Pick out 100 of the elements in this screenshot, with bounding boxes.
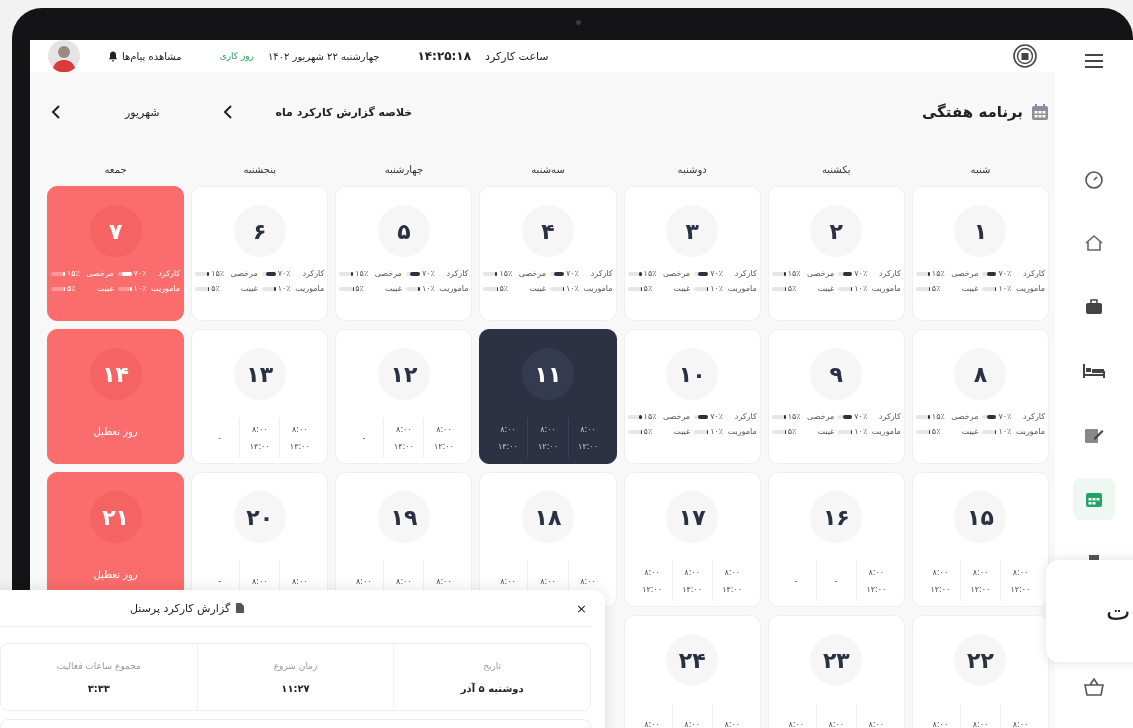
stat-value: ۱۵٪ xyxy=(787,412,801,421)
stat-value: ۷۰٪ xyxy=(854,412,868,421)
time-text: ۱۴:۰۰ xyxy=(249,442,270,451)
field-label: مجموع ساعات فعالیت xyxy=(56,660,141,671)
time-text: ۸:۰۰ xyxy=(972,719,989,728)
time-text: ۱۲:۰۰ xyxy=(1010,585,1031,594)
stat-label: غیبت xyxy=(672,284,691,293)
time-text: ۸:۰۰ xyxy=(251,425,268,434)
stat-label: کارکرد xyxy=(1022,412,1045,421)
stat-value: ۱۰٪ xyxy=(277,284,291,293)
day-number: ۱۴ xyxy=(89,348,142,400)
stat-label: غیبت xyxy=(528,284,546,293)
stat-value: ۱۰٪ xyxy=(854,284,868,293)
stat-label: مرخصی xyxy=(950,269,979,278)
weekday-label: سه‌شنبه xyxy=(530,163,566,175)
time-text: ۱۴:۰۰ xyxy=(498,442,518,451)
time-text: ۱۲:۰۰ xyxy=(578,442,598,451)
stat-value: ۷۰٪ xyxy=(566,269,579,278)
stat-label: ماموریت xyxy=(726,284,757,293)
clock-time: ۱۴:۲۵:۱۸ xyxy=(417,49,471,63)
stat-value: ۵٪ xyxy=(67,284,76,293)
stat-value: ۷۰٪ xyxy=(710,412,724,421)
stat-value: ۷۰٪ xyxy=(133,269,147,278)
stat-label: ماموریت xyxy=(870,284,901,293)
time-text: - xyxy=(218,576,222,586)
time-text: ۸:۰۰ xyxy=(580,425,596,434)
day-number: ۱۸ xyxy=(522,491,574,543)
time-text: ۱۲:۰۰ xyxy=(642,585,663,594)
stat-label: کارکرد xyxy=(301,269,325,278)
day-number: ۱۹ xyxy=(377,491,430,543)
stat-value: ۱۰٪ xyxy=(133,284,147,293)
stat-value: ۱۰٪ xyxy=(421,284,435,293)
day-number: ۲۴ xyxy=(666,634,719,686)
time-text: ۱۴:۰۰ xyxy=(289,442,310,451)
stat-label: ماموریت xyxy=(870,427,901,436)
time-text: ۸:۰۰ xyxy=(684,719,700,728)
time-text: ۸:۰۰ xyxy=(972,568,989,577)
stat-label: ماموریت xyxy=(438,284,469,293)
stat-label: مرخصی xyxy=(950,412,979,421)
day-number: ۶ xyxy=(233,205,286,257)
stat-value: ۵٪ xyxy=(355,284,364,293)
stat-value: ۱۵٪ xyxy=(211,269,225,278)
day-number: ۱ xyxy=(954,205,1007,257)
stat-label: مرخصی xyxy=(85,269,114,278)
day-number: ۱۶ xyxy=(810,491,863,543)
time-text: ۸:۰۰ xyxy=(396,425,412,434)
popup-text: ت xyxy=(1106,596,1131,626)
page-title: برنامه هفتگی xyxy=(921,103,1023,121)
time-text: ۸:۰۰ xyxy=(580,576,596,586)
stat-label: مرخصی xyxy=(806,269,835,278)
day-number: ۹ xyxy=(810,348,863,400)
field-value: ۳:۳۳ xyxy=(87,682,110,694)
stat-label: کارکرد xyxy=(877,269,901,278)
time-text: ۸:۰۰ xyxy=(356,576,372,586)
stat-label: مرخصی xyxy=(229,269,258,278)
stat-label: مرخصی xyxy=(517,269,546,278)
stat-value: ۷۰٪ xyxy=(998,412,1012,421)
stat-label: ماموریت xyxy=(294,284,325,293)
time-text: ۸:۰۰ xyxy=(724,719,740,728)
time-text: ۸:۰۰ xyxy=(1012,568,1029,577)
stat-label: مرخصی xyxy=(661,269,691,278)
stat-value: ۱۵٪ xyxy=(355,269,369,278)
stat-value: ۱۰٪ xyxy=(998,427,1012,436)
time-text: ۸:۰۰ xyxy=(684,568,700,577)
stat-value: ۵٪ xyxy=(931,427,941,436)
stat-value: ۵٪ xyxy=(787,427,797,436)
day-number: ۲۱ xyxy=(89,491,142,543)
stat-value: ۱۵٪ xyxy=(643,269,657,278)
time-text: ۸:۰۰ xyxy=(292,425,308,434)
stat-value: ۱۰٪ xyxy=(710,284,724,293)
field-label: تاریخ xyxy=(483,660,502,671)
time-text: ۱۴:۰۰ xyxy=(393,442,414,451)
field-value: ۱۱:۲۷ xyxy=(281,682,310,694)
time-text: - xyxy=(834,576,838,586)
stat-value: ۱۵٪ xyxy=(931,412,945,421)
stat-label: ماموریت xyxy=(726,427,757,436)
time-text: ۸:۰۰ xyxy=(396,576,412,586)
stat-label: کارکرد xyxy=(733,412,757,421)
day-number: ۴ xyxy=(522,205,574,257)
day-number: ۱۵ xyxy=(954,491,1007,543)
stat-value: ۷۰٪ xyxy=(854,269,868,278)
day-number: ۱۳ xyxy=(233,348,286,400)
day-number: ۱۷ xyxy=(666,491,719,543)
time-text: ۸:۰۰ xyxy=(436,576,452,586)
day-number: ۱۱ xyxy=(522,348,574,400)
stat-value: ۵٪ xyxy=(787,284,797,293)
stat-value: ۱۰٪ xyxy=(710,427,724,436)
stat-value: ۵٪ xyxy=(931,284,941,293)
time-text: ۱۲:۰۰ xyxy=(930,585,951,594)
time-text: ۸:۰۰ xyxy=(932,568,949,577)
stat-value: ۱۵٪ xyxy=(787,269,801,278)
stat-value: ۵٪ xyxy=(211,284,220,293)
time-text: ۱۲:۰۰ xyxy=(433,442,454,451)
stat-label: غیبت xyxy=(95,284,114,293)
day-number: ۸ xyxy=(954,348,1007,400)
day-number: ۵ xyxy=(377,205,430,257)
day-number: ۲۰ xyxy=(233,491,286,543)
day-status: روز کاری xyxy=(219,51,254,61)
stat-label: کارکرد xyxy=(445,269,469,278)
time-text: ۱۲:۰۰ xyxy=(538,442,558,451)
